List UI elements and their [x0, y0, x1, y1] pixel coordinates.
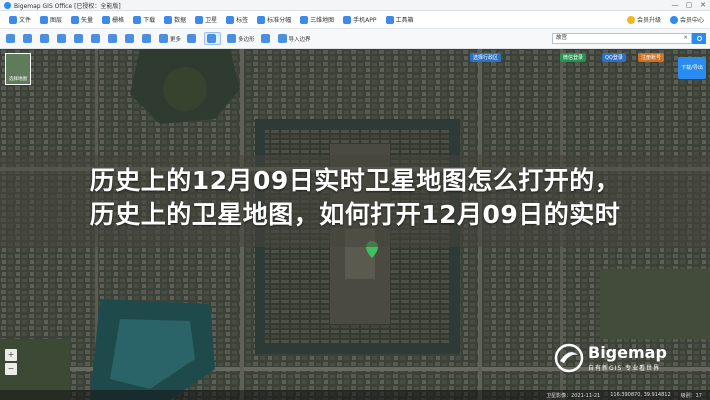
- download-export-button[interactable]: 下载/导出: [678, 57, 706, 79]
- import-icon: [277, 34, 287, 43]
- wechat-login-button[interactable]: 微信登录: [560, 53, 587, 62]
- tool-pan[interactable]: [40, 34, 51, 43]
- layers-icon: [40, 15, 49, 24]
- select-icon: [6, 34, 15, 43]
- app-logo-icon: [4, 1, 11, 9]
- region-icon: [23, 34, 32, 43]
- cursor-coordinates: 116.390870, 39.914812: [610, 392, 671, 398]
- polygon-icon: [227, 34, 237, 43]
- folder-icon: [125, 34, 134, 43]
- tool-route[interactable]: [108, 34, 119, 43]
- more-icon: [159, 34, 168, 43]
- menu-toolbox[interactable]: 工具箱: [385, 15, 414, 24]
- menu-tag[interactable]: 标签: [226, 15, 248, 24]
- tool-grid[interactable]: [142, 34, 153, 43]
- tool-region[interactable]: [23, 34, 34, 43]
- tool-area[interactable]: [204, 32, 222, 45]
- window-controls: — ▢ ✕: [668, 1, 710, 9]
- menu-file[interactable]: 文件: [9, 15, 31, 24]
- data-icon: [164, 15, 173, 24]
- tool-folder[interactable]: [125, 34, 136, 43]
- headline-line-2: 历史上的卫星地图，如何打开12月09日的实时: [89, 200, 621, 229]
- status-bar: 卫星影像：2021-11-21 116.390870, 39.914812 级别…: [0, 390, 710, 400]
- menu-3d-map[interactable]: 三维地图: [300, 15, 334, 24]
- app-window: Bigemap GIS Office [已授权：全能版] — ▢ ✕ 文件 图层…: [0, 0, 710, 400]
- tool-polygon[interactable]: 多边形: [227, 34, 255, 43]
- tool-export[interactable]: [260, 34, 272, 43]
- route-icon: [108, 34, 117, 43]
- headline-line-1: 历史上的12月09日实时卫星地图怎么打开的，: [89, 166, 621, 195]
- search-icon: [696, 36, 702, 41]
- menu-download[interactable]: 下载: [133, 15, 155, 24]
- bigemap-watermark: Bigemap 自有新GIS 专业看世界: [554, 343, 667, 373]
- imagery-date: 卫星影像：2021-11-21: [546, 392, 601, 399]
- menu-upgrade[interactable]: 会员升级: [626, 15, 661, 24]
- pin-icon: [91, 34, 100, 43]
- file-icon: [9, 15, 17, 24]
- grid2-icon: [142, 34, 151, 43]
- maximize-button[interactable]: ▢: [682, 1, 696, 9]
- menu-layers[interactable]: 图层: [40, 15, 62, 24]
- zoom-in-button[interactable]: +: [5, 349, 17, 361]
- zoom-out-button[interactable]: −: [5, 363, 17, 375]
- tool-layer[interactable]: [57, 34, 68, 43]
- member-icon: [669, 15, 678, 24]
- draw-icon: [187, 34, 197, 43]
- menu-raster[interactable]: 栅格: [102, 15, 124, 24]
- clear-search-icon[interactable]: ✕: [683, 34, 688, 43]
- area-icon: [207, 34, 217, 43]
- tool-more[interactable]: 更多: [159, 34, 181, 43]
- export-icon: [260, 34, 270, 43]
- close-button[interactable]: ✕: [696, 1, 710, 9]
- title-bar: Bigemap GIS Office [已授权：全能版] — ▢ ✕: [0, 0, 710, 11]
- signup-button[interactable]: 注册账号: [638, 53, 665, 62]
- menu-data[interactable]: 数据: [164, 15, 186, 24]
- measure-icon: [74, 34, 83, 43]
- tag-icon: [226, 15, 235, 24]
- headline: 历史上的12月09日实时卫星地图怎么打开的， 历史上的卫星地图，如何打开12月0…: [0, 164, 710, 232]
- tool-draw[interactable]: [187, 34, 198, 43]
- search-input[interactable]: 故宫 ✕: [552, 33, 692, 44]
- tool-import-boundary[interactable]: 导入边界: [277, 34, 311, 43]
- menu-vector[interactable]: 矢量: [71, 15, 93, 24]
- search-area: 故宫 ✕: [552, 33, 706, 44]
- 3d-icon: [300, 15, 309, 24]
- menu-member-center[interactable]: 会员中心: [669, 15, 704, 24]
- phone-icon: [343, 15, 352, 24]
- bigemap-logo-icon: [554, 343, 584, 373]
- tool-measure[interactable]: [74, 34, 85, 43]
- minimize-button[interactable]: —: [668, 1, 682, 9]
- tool-select[interactable]: [6, 34, 17, 43]
- menu-bar: 文件 图层 矢量 栅格 下载 数据 卫星 标签 标准分幅 三维地图 手机APP …: [0, 11, 710, 29]
- toolbox-icon: [385, 15, 394, 24]
- menu-standard-grid[interactable]: 标准分幅: [257, 15, 291, 24]
- raster-icon: [102, 15, 111, 24]
- map-switch-button[interactable]: 选择地图: [5, 53, 31, 85]
- menu-phone-app[interactable]: 手机APP: [343, 15, 377, 24]
- qq-login-button[interactable]: QQ登录: [602, 53, 626, 62]
- zoom-level: 级别：17: [680, 392, 702, 399]
- layer-icon: [57, 34, 66, 43]
- tool-pin[interactable]: [91, 34, 102, 43]
- window-title: Bigemap GIS Office [已授权：全能版]: [14, 2, 121, 10]
- watermark-tagline: 自有新GIS 专业看世界: [588, 364, 661, 372]
- grid-icon: [257, 15, 266, 24]
- coin-icon: [626, 15, 635, 24]
- menu-satellite[interactable]: 卫星: [195, 15, 217, 24]
- search-button[interactable]: [692, 33, 706, 44]
- download-icon: [133, 15, 142, 24]
- watermark-brand: Bigemap: [588, 342, 667, 362]
- vector-icon: [71, 15, 80, 24]
- pan-icon: [40, 34, 49, 43]
- satellite-icon: [195, 15, 204, 24]
- select-region-button[interactable]: 选择行政区: [470, 53, 502, 62]
- tool-bar: 更多 多边形 导入边界 故宫 ✕: [0, 29, 710, 49]
